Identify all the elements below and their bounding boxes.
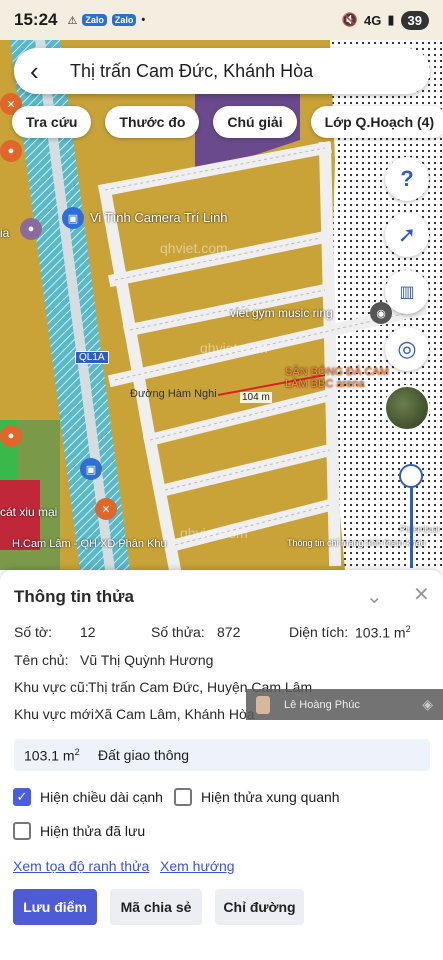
chip-legend[interactable]: Chú giải [213, 106, 297, 138]
poi-label[interactable]: ia [0, 226, 9, 240]
land-use-area: 103.1 m2 [24, 747, 98, 764]
poi-label[interactable]: viet gym music ring [230, 306, 333, 320]
panel-title: Thông tin thửa [14, 587, 134, 606]
old-area-label: Khu vực cũ: [14, 679, 89, 695]
bus-stop-icon[interactable]: ▣ [80, 458, 102, 480]
view-direction-link[interactable]: Xem hướng [160, 858, 235, 874]
location-title[interactable]: Thị trấn Cam Đức, Khánh Hòa [70, 61, 313, 82]
dot-icon: • [141, 14, 146, 26]
view-boundary-coordinates-link[interactable]: Xem tọa độ ranh thửa [13, 858, 149, 874]
barcode-icon: ▥ [399, 284, 415, 301]
close-icon[interactable]: ✕ [413, 582, 430, 607]
share-code-button[interactable]: Mã chia sẻ [110, 889, 202, 925]
sheet-number-row: Số tờ: [14, 624, 52, 640]
back-arrow-icon[interactable]: ‹ [30, 58, 56, 84]
planning-layer-label: H.Cam Lâm - QH XD Phân Khu [12, 538, 167, 550]
land-use-type: Đất giao thông [98, 747, 190, 763]
notification-icons: ⚠ Zalo Zalo • [67, 14, 145, 27]
checkbox-show-edge-lengths[interactable]: ✓ Hiện chiều dài cạnh [13, 788, 163, 806]
chip-lookup[interactable]: Tra cứu [12, 106, 92, 138]
area-value: 103.1 m2 [355, 624, 411, 641]
area-unit-sup: 2 [405, 624, 411, 634]
satellite-layer-button[interactable] [384, 385, 430, 431]
zalo-icon: Zalo [111, 14, 137, 26]
map-watermark: qhviet.com [160, 240, 228, 256]
disclaimer-label: Thông tin chỉ mang tính tham khảo [287, 538, 426, 548]
barcode-button[interactable]: ▥ [385, 270, 429, 314]
poi-label[interactable]: Vi Tính Camera Trí Linh [90, 210, 228, 225]
new-area-value: Xã Cam Lâm, Khánh Hòa [95, 706, 255, 722]
new-area-label: Khu vực mới: [14, 706, 98, 722]
location-pin-icon[interactable]: ● [0, 140, 22, 162]
checkbox-show-neighbor-parcels[interactable]: Hiện thửa xung quanh [174, 788, 340, 806]
opacity-slider-knob[interactable] [399, 464, 423, 488]
signal-bars-icon: ▮ [387, 12, 395, 27]
overlay-user-name: Lê Hoàng Phúc [284, 698, 360, 711]
search-bar[interactable]: ‹ Thị trấn Cam Đức, Khánh Hòa [14, 48, 430, 94]
compass-icon: ➚ [397, 222, 417, 247]
checkbox-unchecked-icon[interactable] [13, 822, 31, 840]
status-time: 15:24 [14, 10, 58, 29]
parcel-number-value: 872 [217, 624, 241, 640]
land-area-text: 103.1 m [24, 747, 75, 764]
chip-planning-layers[interactable]: Lớp Q.Hoạch (4) [310, 106, 443, 138]
floating-user-overlay[interactable]: Lê Hoàng Phúc ◈ [246, 689, 443, 720]
chip-measure[interactable]: Thước đo [105, 106, 200, 138]
save-point-button[interactable]: Lưu điểm [13, 889, 97, 925]
land-area-sup: 2 [74, 746, 80, 757]
parcel-number-label: Số thửa: [151, 624, 205, 640]
shop-icon[interactable]: ● [0, 425, 22, 447]
map-watermark: qhviet.com [200, 340, 268, 356]
checkbox-unchecked-icon[interactable] [174, 788, 192, 806]
sheet-number-label: Số tờ: [14, 624, 52, 640]
owner-label: Tên chủ: [14, 652, 69, 668]
area-value-text: 103.1 m [355, 624, 406, 641]
checkbox-label: Hiện thửa đã lưu [40, 823, 146, 839]
attribution-label: Philembuai [400, 525, 440, 534]
help-button[interactable]: ? [385, 157, 429, 201]
chevron-down-icon[interactable]: ⌄ [366, 584, 383, 609]
gps-target-icon: ◎ [397, 336, 417, 361]
my-location-button[interactable]: ◎ [385, 327, 429, 371]
highway-tag: QL1A [75, 351, 109, 364]
poi-label[interactable]: SÂN BÓNG ĐÁ CAM LÂM BBC arena [285, 366, 395, 390]
poi-label[interactable]: cát xiu mại [0, 505, 57, 519]
mute-icon: 🔇 [341, 12, 359, 27]
zalo-icon: Zalo [82, 14, 107, 26]
sheet-number-value: 12 [80, 624, 96, 640]
food-icon[interactable]: ✕ [95, 498, 117, 520]
directions-button[interactable]: Chỉ đường [215, 889, 304, 925]
checkbox-label: Hiện thửa xung quanh [201, 789, 340, 805]
battery-level: 39 [400, 10, 429, 30]
avatar [256, 695, 270, 714]
signal-label: 4G [364, 12, 382, 28]
warning-icon: ⚠ [67, 14, 78, 27]
edge-length-label: 104 m [240, 392, 272, 403]
question-icon: ? [400, 166, 414, 191]
layers-icon[interactable]: ◈ [422, 696, 433, 713]
compass-button[interactable]: ➚ [385, 213, 429, 257]
checkbox-label: Hiện chiều dài cạnh [40, 789, 163, 805]
map-tool-chips: Tra cứu Thước đo Chú giải Lớp Q.Hoạch (4… [12, 106, 443, 138]
land-use-row: 103.1 m2 Đất giao thông [14, 739, 430, 771]
computer-shop-icon[interactable]: ▣ [62, 207, 84, 229]
opacity-slider-track[interactable] [410, 478, 413, 568]
map-watermark: qhviet.com [180, 525, 248, 541]
area-label: Diện tích: [289, 624, 349, 640]
checkbox-checked-icon[interactable]: ✓ [13, 788, 31, 806]
street-label: Đường Hàm Nghi [130, 388, 217, 400]
checkbox-show-saved-parcels[interactable]: Hiện thửa đã lưu [13, 822, 145, 840]
store-icon[interactable]: ● [20, 218, 42, 240]
status-bar: 15:24 ⚠ Zalo Zalo • 🔇 4G ▮ 39 [0, 0, 443, 40]
owner-value: Vũ Thị Quỳnh Hương [80, 652, 214, 668]
